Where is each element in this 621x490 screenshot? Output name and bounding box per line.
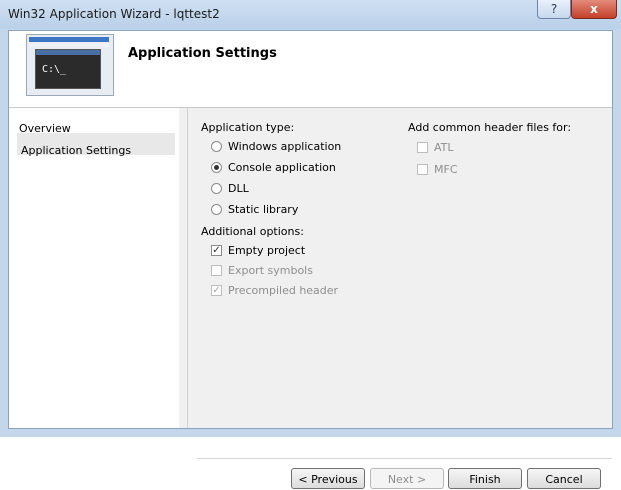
window-title: Win32 Application Wizard - lqttest2 — [8, 7, 220, 21]
checkbox-empty-project[interactable]: ✓ Empty project — [211, 244, 305, 257]
checkbox-icon — [417, 164, 428, 175]
checkbox-precompiled-header: ✓ Precompiled header — [211, 284, 339, 297]
next-button: Next > — [370, 468, 444, 489]
button-separator — [197, 458, 612, 459]
radio-dll[interactable]: DLL — [211, 182, 249, 195]
console-prompt: C:\_ — [42, 64, 67, 75]
additional-options-heading: Additional options: — [201, 225, 304, 238]
wizard-client: C:\_ Application Settings Overview Appli… — [8, 30, 613, 489]
radio-console-application[interactable]: Console application — [211, 161, 336, 174]
previous-button[interactable]: < Previous — [291, 468, 365, 489]
checkbox-checked-icon[interactable]: ✓ — [211, 245, 222, 256]
title-bar: Win32 Application Wizard - lqttest2 ? x — [0, 0, 621, 29]
help-button[interactable]: ? — [537, 0, 571, 19]
console-window-icon: C:\_ — [26, 34, 114, 96]
wizard-window: Win32 Application Wizard - lqttest2 ? x … — [0, 0, 621, 489]
checkbox-mfc: MFC — [417, 163, 458, 176]
close-button[interactable]: x — [571, 0, 617, 19]
header-files-heading: Add common header files for: — [408, 121, 572, 134]
radio-icon[interactable] — [211, 141, 222, 152]
app-type-heading: Application type: — [201, 121, 295, 134]
nav-item-application-settings[interactable]: Application Settings — [21, 144, 131, 157]
checkbox-icon — [417, 142, 428, 153]
finish-button[interactable]: Finish — [448, 468, 522, 489]
nav-item-overview[interactable]: Overview — [19, 122, 71, 135]
checkbox-icon — [211, 265, 222, 276]
settings-panel: Application type: Windows application Co… — [189, 108, 612, 489]
radio-static-library[interactable]: Static library — [211, 203, 298, 216]
radio-windows-application[interactable]: Windows application — [211, 140, 341, 153]
radio-icon[interactable] — [211, 204, 222, 215]
checkbox-checked-icon: ✓ — [211, 285, 222, 296]
pane-divider — [187, 108, 188, 428]
page-title: Application Settings — [128, 46, 277, 61]
radio-selected-icon[interactable] — [211, 162, 222, 173]
checkbox-atl: ATL — [417, 141, 454, 154]
nav-pane: Overview Application Settings — [9, 108, 179, 428]
checkbox-export-symbols: Export symbols — [211, 264, 313, 277]
radio-icon[interactable] — [211, 183, 222, 194]
cancel-button[interactable]: Cancel — [527, 468, 601, 489]
wizard-header: C:\_ Application Settings — [9, 31, 612, 108]
